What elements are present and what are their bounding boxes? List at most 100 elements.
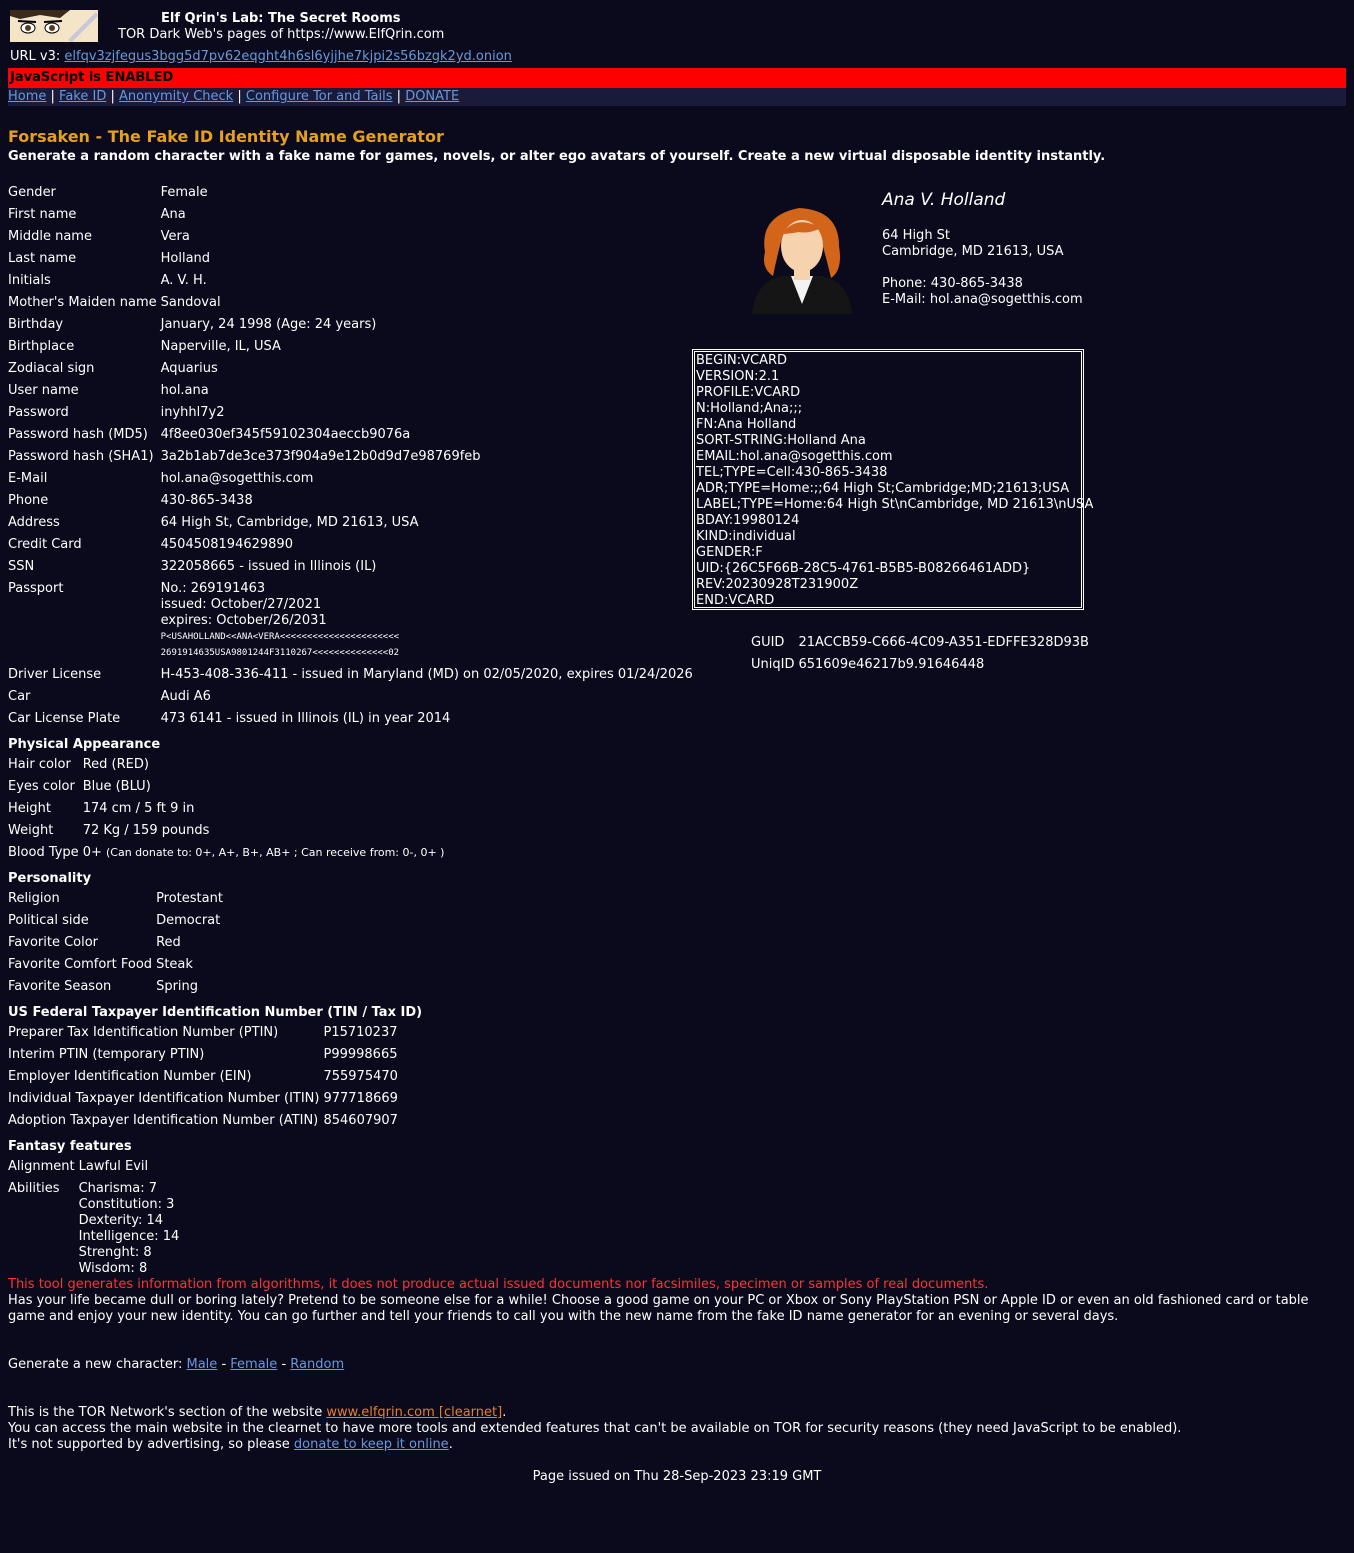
table-row: GUID 21ACCB59-C666-4C09-A351-EDFFE328D93B: [751, 635, 1089, 651]
description-text: Has your life became dull or boring late…: [8, 1293, 1309, 1324]
fantasy-table: Alignment Lawful Evil Abilities Charisma…: [4, 1153, 183, 1283]
woman-avatar-icon: [752, 208, 852, 314]
field-label: User name: [8, 383, 79, 398]
field-value: P99998665: [323, 1047, 398, 1062]
field-value: Ana: [160, 207, 186, 222]
elf-face-icon: [10, 10, 98, 42]
separator: -: [281, 1357, 287, 1372]
card-address: 64 High St Cambridge, MD 21613, USA Phon…: [882, 228, 1083, 308]
card-city: Cambridge, MD 21613, USA: [882, 244, 1064, 259]
ability-item: Dexterity: 14: [78, 1213, 164, 1228]
field-label: Favorite Color: [8, 935, 99, 950]
field-value: Steak: [156, 957, 193, 972]
table-row: First name Ana: [8, 207, 693, 223]
field-label: Favorite Season: [8, 979, 112, 994]
clearnet-link[interactable]: www.elfqrin.com [clearnet]: [326, 1405, 502, 1420]
field-label: Individual Taxpayer Identification Numbe…: [8, 1091, 320, 1106]
table-row: Height 174 cm / 5 ft 9 in: [8, 801, 444, 817]
vcard-line: ADR;TYPE=Home:;;64 High St;Cambridge;MD;…: [696, 481, 1070, 496]
site-subtitle: TOR Dark Web's pages of https://www.ElfQ…: [118, 27, 445, 42]
field-label: Password: [8, 405, 69, 420]
field-label: GUID: [751, 635, 785, 650]
table-row: Eyes color Blue (BLU): [8, 779, 444, 795]
vcard-line: BDAY:19980124: [696, 513, 800, 528]
field-value: 322058665 - issued in Illinois (IL): [160, 559, 377, 574]
blood-type-note: (Can donate to: 0+, A+, B+, AB+ ; Can re…: [106, 846, 445, 859]
field-value: Protestant: [156, 891, 223, 906]
field-value: hol.ana: [160, 383, 209, 398]
table-row: E-Mail hol.ana@sogetthis.com: [8, 471, 693, 487]
table-row: Zodiacal sign Aquarius: [8, 361, 693, 377]
generate-label: Generate a new character:: [8, 1357, 183, 1372]
field-value: Sandoval: [160, 295, 221, 310]
table-row: Credit Card 4504508194629890: [8, 537, 693, 553]
field-value: Aquarius: [160, 361, 218, 376]
field-label: SSN: [8, 559, 35, 574]
page-header: Elf Qrin's Lab: The Secret Rooms TOR Dar…: [0, 0, 1354, 46]
passport-mrz-line-1: P<USAHOLLAND<<ANA<VERA<<<<<<<<<<<<<<<<<<…: [160, 632, 400, 642]
field-label: Hair color: [8, 757, 71, 772]
field-label: Mother's Maiden name: [8, 295, 157, 310]
field-value: 651609e46217b9.91646448: [798, 657, 985, 672]
table-row: Password inyhhl7y2: [8, 405, 693, 421]
vcard-line: END:VCARD: [696, 593, 775, 608]
field-label: Address: [8, 515, 60, 530]
field-label: Driver License: [8, 667, 102, 682]
field-label: Adoption Taxpayer Identification Number …: [8, 1113, 319, 1128]
vcard-line: VERSION:2.1: [696, 369, 780, 384]
footer-text: It's not supported by advertising, so pl…: [8, 1437, 290, 1452]
field-label: Password hash (SHA1): [8, 449, 154, 464]
field-value: Spring: [156, 979, 199, 994]
nav-fake-id[interactable]: Fake ID: [59, 89, 106, 104]
onion-url-link[interactable]: elfqv3zjfegus3bgg5d7pv62eqght4h6sl6yjjhe…: [64, 49, 511, 64]
field-label: Zodiacal sign: [8, 361, 95, 376]
tax-section-title: US Federal Taxpayer Identification Numbe…: [8, 1005, 423, 1020]
passport-mrz-line-2: 2691914635USA9801244F3110267<<<<<<<<<<<<…: [160, 648, 400, 658]
ids-table: GUID 21ACCB59-C666-4C09-A351-EDFFE328D93B…: [747, 629, 1093, 679]
field-value: 4504508194629890: [160, 537, 293, 552]
ability-item: Wisdom: 8: [78, 1261, 148, 1276]
page-title: Forsaken - The Fake ID Identity Name Gen…: [8, 127, 444, 146]
donate-link[interactable]: donate to keep it online: [294, 1437, 449, 1452]
generate-random-link[interactable]: Random: [290, 1357, 344, 1372]
table-row: Favorite Color Red: [8, 935, 223, 951]
field-label: Birthplace: [8, 339, 75, 354]
table-row: Interim PTIN (temporary PTIN) P99998665: [8, 1047, 398, 1063]
vcard-box[interactable]: BEGIN:VCARD VERSION:2.1 PROFILE:VCARD N:Hol…: [692, 349, 1094, 610]
field-value: 64 High St, Cambridge, MD 21613, USA: [160, 515, 419, 530]
tax-table: Preparer Tax Identification Number (PTIN…: [4, 1019, 402, 1135]
field-value: 72 Kg / 159 pounds: [82, 823, 210, 838]
field-value: Blue (BLU): [82, 779, 151, 794]
field-value: Holland: [160, 251, 211, 266]
card-full-name: Ana V. Holland: [882, 190, 1006, 210]
generate-male-link[interactable]: Male: [187, 1357, 218, 1372]
field-label: Preparer Tax Identification Number (PTIN…: [8, 1025, 279, 1040]
field-label: UniqID: [751, 657, 795, 672]
card-phone: Phone: 430-865-3438: [882, 276, 1023, 291]
vcard-line: FN:Ana Holland: [696, 417, 797, 432]
field-label: Interim PTIN (temporary PTIN): [8, 1047, 205, 1062]
field-value: Female: [160, 185, 208, 200]
field-value: 21ACCB59-C666-4C09-A351-EDFFE328D93B: [798, 635, 1089, 650]
table-row: Birthplace Naperville, IL, USA: [8, 339, 693, 355]
footer-line-2: You can access the main website in the c…: [8, 1421, 1182, 1436]
table-row: Employer Identification Number (EIN) 7559…: [8, 1069, 398, 1085]
nav-home[interactable]: Home: [8, 89, 46, 104]
table-row: Alignment Lawful Evil: [8, 1159, 179, 1175]
nav-configure-tor[interactable]: Configure Tor and Tails: [246, 89, 393, 104]
footer-info: This is the TOR Network's section of the…: [8, 1405, 1346, 1453]
field-value: January, 24 1998 (Age: 24 years): [160, 317, 377, 332]
field-value: Vera: [160, 229, 190, 244]
nav-anonymity-check[interactable]: Anonymity Check: [119, 89, 233, 104]
table-row: Initials A. V. H.: [8, 273, 693, 289]
vcard-line: LABEL;TYPE=Home:64 High St\nCambridge, M…: [696, 497, 1094, 512]
field-value: 3a2b1ab7de3ce373f904a9e12b0d9d7e98769feb: [160, 449, 481, 464]
generate-female-link[interactable]: Female: [230, 1357, 277, 1372]
table-row: UniqID 651609e46217b9.91646448: [751, 657, 1089, 673]
table-row: Car Audi A6: [8, 689, 693, 705]
passport-issued: issued: October/27/2021: [160, 597, 322, 612]
ability-item: Intelligence: 14: [78, 1229, 180, 1244]
site-logo[interactable]: [10, 10, 98, 42]
table-row: Abilities Charisma: 7 Constitution: 3 Dext…: [8, 1181, 179, 1277]
nav-donate[interactable]: DONATE: [405, 89, 459, 104]
